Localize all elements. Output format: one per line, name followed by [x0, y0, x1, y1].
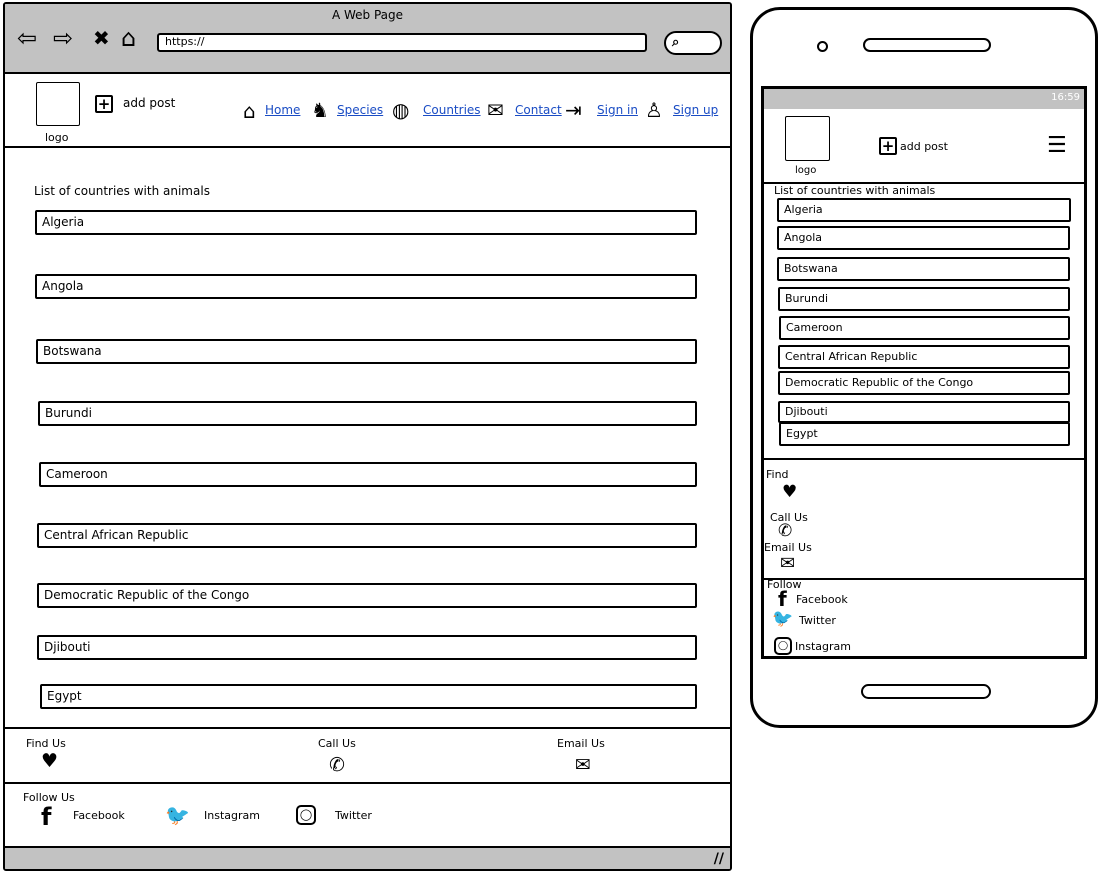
mobile-heading: List of countries with animals: [774, 184, 936, 197]
dog-icon[interactable]: ♞: [311, 100, 329, 120]
home-icon[interactable]: ⌂: [243, 101, 256, 121]
logo[interactable]: [36, 82, 80, 126]
header-divider: [5, 146, 730, 148]
country-row-botswana[interactable]: Botswana: [36, 339, 697, 364]
mobile-instagram-icon[interactable]: ◯: [774, 637, 792, 655]
mobile-add-post-icon[interactable]: +: [879, 137, 897, 155]
status-time: 16:59: [1051, 92, 1080, 103]
mobile-footer-divider-2: [764, 578, 1084, 580]
nav-home-link[interactable]: Home: [265, 103, 300, 117]
mobile-facebook-label[interactable]: Facebook: [796, 593, 848, 606]
mobile-twitter-label[interactable]: Twitter: [799, 614, 836, 627]
browser-window: A Web Page ⇦ ⇨ ✖ ⌂ https:// ⌕ logo + add…: [3, 2, 732, 871]
browser-titlebar: A Web Page ⇦ ⇨ ✖ ⌂ https:// ⌕: [5, 4, 730, 74]
instagram-label[interactable]: Instagram: [204, 809, 260, 822]
mobile-find-label: Find: [766, 468, 789, 481]
phone-screen: 16:59 logo + add post ☰ List of countrie…: [761, 86, 1087, 659]
globe-icon[interactable]: ◍: [392, 100, 409, 120]
instagram-icon[interactable]: ◯: [296, 805, 316, 825]
url-input[interactable]: https://: [157, 33, 647, 52]
footer-divider-2: [5, 782, 730, 784]
mobile-country-row-cameroon[interactable]: Cameroon: [779, 316, 1070, 340]
nav-sign-up-link[interactable]: Sign up: [673, 103, 718, 117]
facebook-icon[interactable]: f: [41, 805, 51, 829]
mobile-country-row-djibouti[interactable]: Djibouti: [778, 401, 1070, 423]
country-row-djibouti[interactable]: Djibouti: [37, 635, 697, 660]
mobile-facebook-icon[interactable]: f: [778, 589, 787, 609]
country-row-drc[interactable]: Democratic Republic of the Congo: [37, 583, 697, 608]
search-button[interactable]: ⌕: [664, 31, 722, 55]
back-arrow-icon[interactable]: ⇦: [17, 26, 37, 50]
mobile-footer-divider: [764, 458, 1084, 460]
country-row-egypt[interactable]: Egypt: [40, 684, 697, 709]
close-x-icon[interactable]: ✖: [93, 26, 110, 50]
twitter-label[interactable]: Twitter: [335, 809, 372, 822]
browser-statusbar: //: [5, 846, 730, 869]
mobile-country-row-angola[interactable]: Angola: [777, 226, 1070, 250]
forward-arrow-icon[interactable]: ⇨: [53, 26, 73, 50]
mobile-add-post-label[interactable]: add post: [900, 140, 948, 153]
phone-icon[interactable]: ✆: [329, 756, 345, 775]
page-heading: List of countries with animals: [34, 184, 210, 198]
mobile-instagram-label[interactable]: Instagram: [795, 640, 851, 653]
facebook-label[interactable]: Facebook: [73, 809, 125, 822]
mobile-country-row-drc[interactable]: Democratic Republic of the Congo: [778, 371, 1070, 395]
mobile-country-row-algeria[interactable]: Algeria: [777, 198, 1071, 222]
country-row-burundi[interactable]: Burundi: [38, 401, 697, 426]
hamburger-menu-icon[interactable]: ☰: [1047, 135, 1067, 157]
mobile-email-icon[interactable]: ✉: [780, 555, 795, 573]
speaker-slot: [863, 38, 991, 52]
mobile-twitter-bird-icon[interactable]: 🐦: [772, 611, 793, 628]
nav-sign-in-link[interactable]: Sign in: [597, 103, 638, 117]
phone-frame: 16:59 logo + add post ☰ List of countrie…: [750, 7, 1098, 728]
phone-home-button[interactable]: [861, 684, 991, 699]
country-row-cameroon[interactable]: Cameroon: [39, 462, 697, 487]
nav-species-link[interactable]: Species: [337, 103, 383, 117]
add-post-label[interactable]: add post: [123, 96, 175, 110]
country-row-central-african-republic[interactable]: Central African Republic: [37, 523, 697, 548]
map-pin-check-icon[interactable]: ♥: [41, 752, 58, 771]
find-us-label: Find Us: [26, 737, 66, 750]
sign-in-icon[interactable]: ⇥: [565, 100, 582, 120]
email-us-label: Email Us: [557, 737, 605, 750]
envelope-icon[interactable]: ✉: [487, 100, 504, 120]
camera-icon: [817, 41, 828, 52]
home-outline-icon[interactable]: ⌂: [121, 26, 136, 50]
nav-contact-link[interactable]: Contact: [515, 103, 562, 117]
add-post-icon[interactable]: +: [95, 95, 113, 113]
call-us-label: Call Us: [318, 737, 356, 750]
country-row-angola[interactable]: Angola: [35, 274, 697, 299]
logo-label: logo: [45, 131, 69, 144]
window-title: A Web Page: [331, 8, 404, 22]
mobile-logo[interactable]: [785, 116, 830, 161]
mobile-country-row-car[interactable]: Central African Republic: [778, 345, 1070, 369]
mobile-map-pin-check-icon[interactable]: ♥: [782, 484, 797, 501]
resize-grip-icon[interactable]: //: [714, 851, 724, 867]
phone-status-bar: 16:59: [764, 89, 1084, 109]
twitter-bird-icon[interactable]: 🐦: [165, 805, 190, 825]
mobile-country-row-egypt[interactable]: Egypt: [779, 422, 1070, 446]
mobile-phone-icon[interactable]: ✆: [778, 523, 792, 540]
mobile-country-row-botswana[interactable]: Botswana: [777, 257, 1070, 281]
add-user-icon[interactable]: ♙: [645, 100, 663, 120]
footer-divider: [5, 727, 730, 729]
country-row-algeria[interactable]: Algeria: [35, 210, 697, 235]
email-icon[interactable]: ✉: [575, 756, 591, 775]
mobile-logo-label: logo: [795, 165, 817, 176]
mobile-country-row-burundi[interactable]: Burundi: [778, 287, 1070, 311]
nav-countries-link[interactable]: Countries: [423, 103, 481, 117]
search-icon: ⌕: [672, 35, 680, 50]
